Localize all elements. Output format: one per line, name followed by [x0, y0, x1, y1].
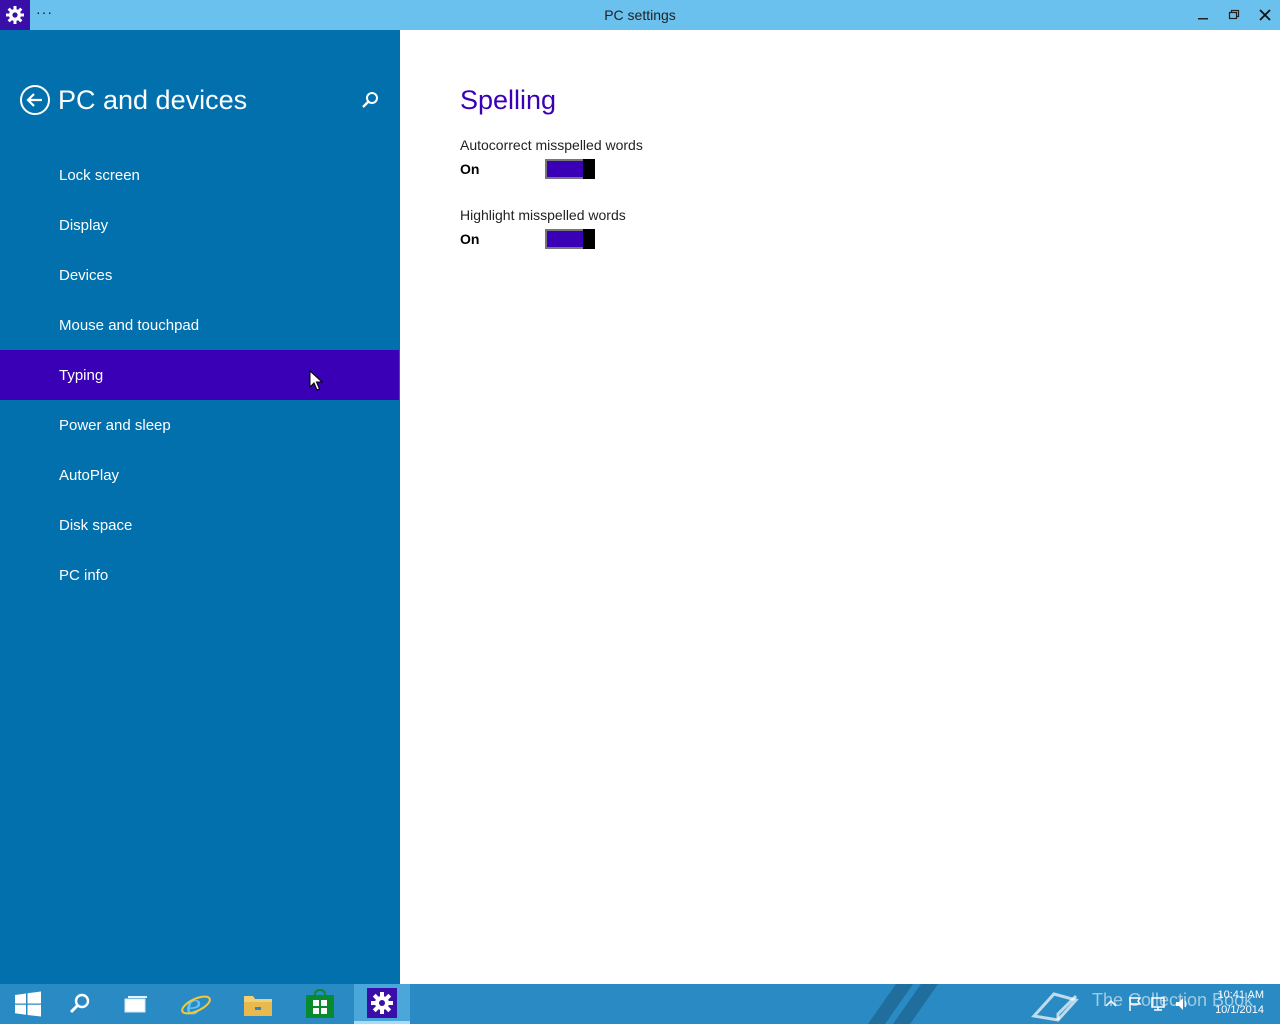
- svg-text:e: e: [186, 991, 201, 1020]
- sidebar-item-label: PC info: [59, 566, 109, 584]
- close-button[interactable]: [1250, 0, 1280, 30]
- sidebar-item-label: Power and sleep: [59, 416, 171, 434]
- highlight-state: On: [460, 231, 480, 247]
- pc-settings-taskbar-button[interactable]: [354, 984, 410, 1024]
- restore-icon: [1228, 9, 1240, 20]
- internet-explorer-button[interactable]: e: [168, 984, 224, 1024]
- clock-time: 10:41 AM: [1217, 989, 1264, 1001]
- window-title: PC settings: [604, 7, 676, 23]
- sidebar-item-label: Lock screen: [59, 166, 140, 184]
- sidebar-item-label: AutoPlay: [59, 466, 120, 484]
- sidebar-item-typing[interactable]: Typing: [0, 350, 399, 400]
- autocorrect-label: Autocorrect misspelled words: [460, 137, 643, 153]
- system-tray: [1104, 984, 1190, 1024]
- sidebar-item-label: Disk space: [59, 516, 133, 534]
- sidebar-item-mouse-and-touchpad[interactable]: Mouse and touchpad: [0, 300, 399, 350]
- restore-button[interactable]: [1219, 0, 1249, 30]
- file-explorer-button[interactable]: [230, 984, 286, 1024]
- minimize-icon: [1198, 18, 1208, 20]
- title-bar: ··· PC settings: [0, 0, 1280, 30]
- page-title: PC and devices: [58, 85, 248, 115]
- sidebar-item-display[interactable]: Display: [0, 200, 399, 250]
- close-icon: [1259, 9, 1271, 21]
- sidebar-item-devices[interactable]: Devices: [0, 250, 399, 300]
- clock-date: 10/1/2014: [1215, 1004, 1264, 1016]
- toggle-thumb: [583, 229, 595, 249]
- taskbar: e The Collection Book 10:41 AM 10/1/2014: [0, 984, 1280, 1024]
- sidebar-item-lock-screen[interactable]: Lock screen: [0, 150, 399, 200]
- section-title: Spelling: [460, 85, 557, 115]
- internet-explorer-icon: e: [181, 991, 211, 1020]
- book-logo-icon: [1031, 992, 1079, 1022]
- sidebar-item-disk-space[interactable]: Disk space: [0, 500, 399, 550]
- highlight-label: Highlight misspelled words: [460, 207, 626, 223]
- network-icon[interactable]: [1150, 996, 1166, 1012]
- action-center-flag-icon[interactable]: [1128, 996, 1142, 1012]
- autocorrect-toggle[interactable]: [545, 159, 595, 179]
- start-button[interactable]: [0, 984, 56, 1024]
- volume-icon[interactable]: [1174, 996, 1190, 1012]
- windows-logo-icon: [15, 991, 41, 1017]
- toggle-thumb: [583, 159, 595, 179]
- sidebar-item-label: Typing: [59, 366, 104, 384]
- search-icon: [69, 993, 90, 1014]
- folder-icon: [244, 996, 272, 1016]
- autocorrect-state: On: [460, 161, 480, 177]
- mouse-pointer-icon: [309, 370, 323, 391]
- highlight-toggle[interactable]: [545, 229, 595, 249]
- task-view-button[interactable]: [108, 984, 164, 1024]
- sidebar-item-autoplay[interactable]: AutoPlay: [0, 450, 399, 500]
- taskbar-search-button[interactable]: [52, 984, 108, 1024]
- sidebar-item-pc-info[interactable]: PC info: [0, 550, 399, 600]
- back-arrow-icon[interactable]: [19, 84, 51, 116]
- store-icon: [306, 989, 334, 1018]
- show-hidden-icons-icon[interactable]: [1104, 997, 1118, 1011]
- store-button[interactable]: [292, 984, 348, 1024]
- task-view-icon: [124, 996, 147, 1013]
- sidebar-item-label: Display: [59, 216, 109, 234]
- sidebar-item-label: Devices: [59, 266, 113, 284]
- sidebar-item-label: Mouse and touchpad: [59, 316, 200, 334]
- minimize-button[interactable]: [1188, 0, 1218, 30]
- sidebar: PC and devices Lock screen Display Devic…: [0, 30, 400, 984]
- content-pane: Spelling Autocorrect misspelled words On…: [400, 30, 1280, 984]
- sidebar-item-power-and-sleep[interactable]: Power and sleep: [0, 400, 399, 450]
- search-icon[interactable]: [360, 90, 380, 110]
- clock[interactable]: 10:41 AM 10/1/2014: [1215, 988, 1264, 1018]
- gear-icon: [367, 987, 397, 1018]
